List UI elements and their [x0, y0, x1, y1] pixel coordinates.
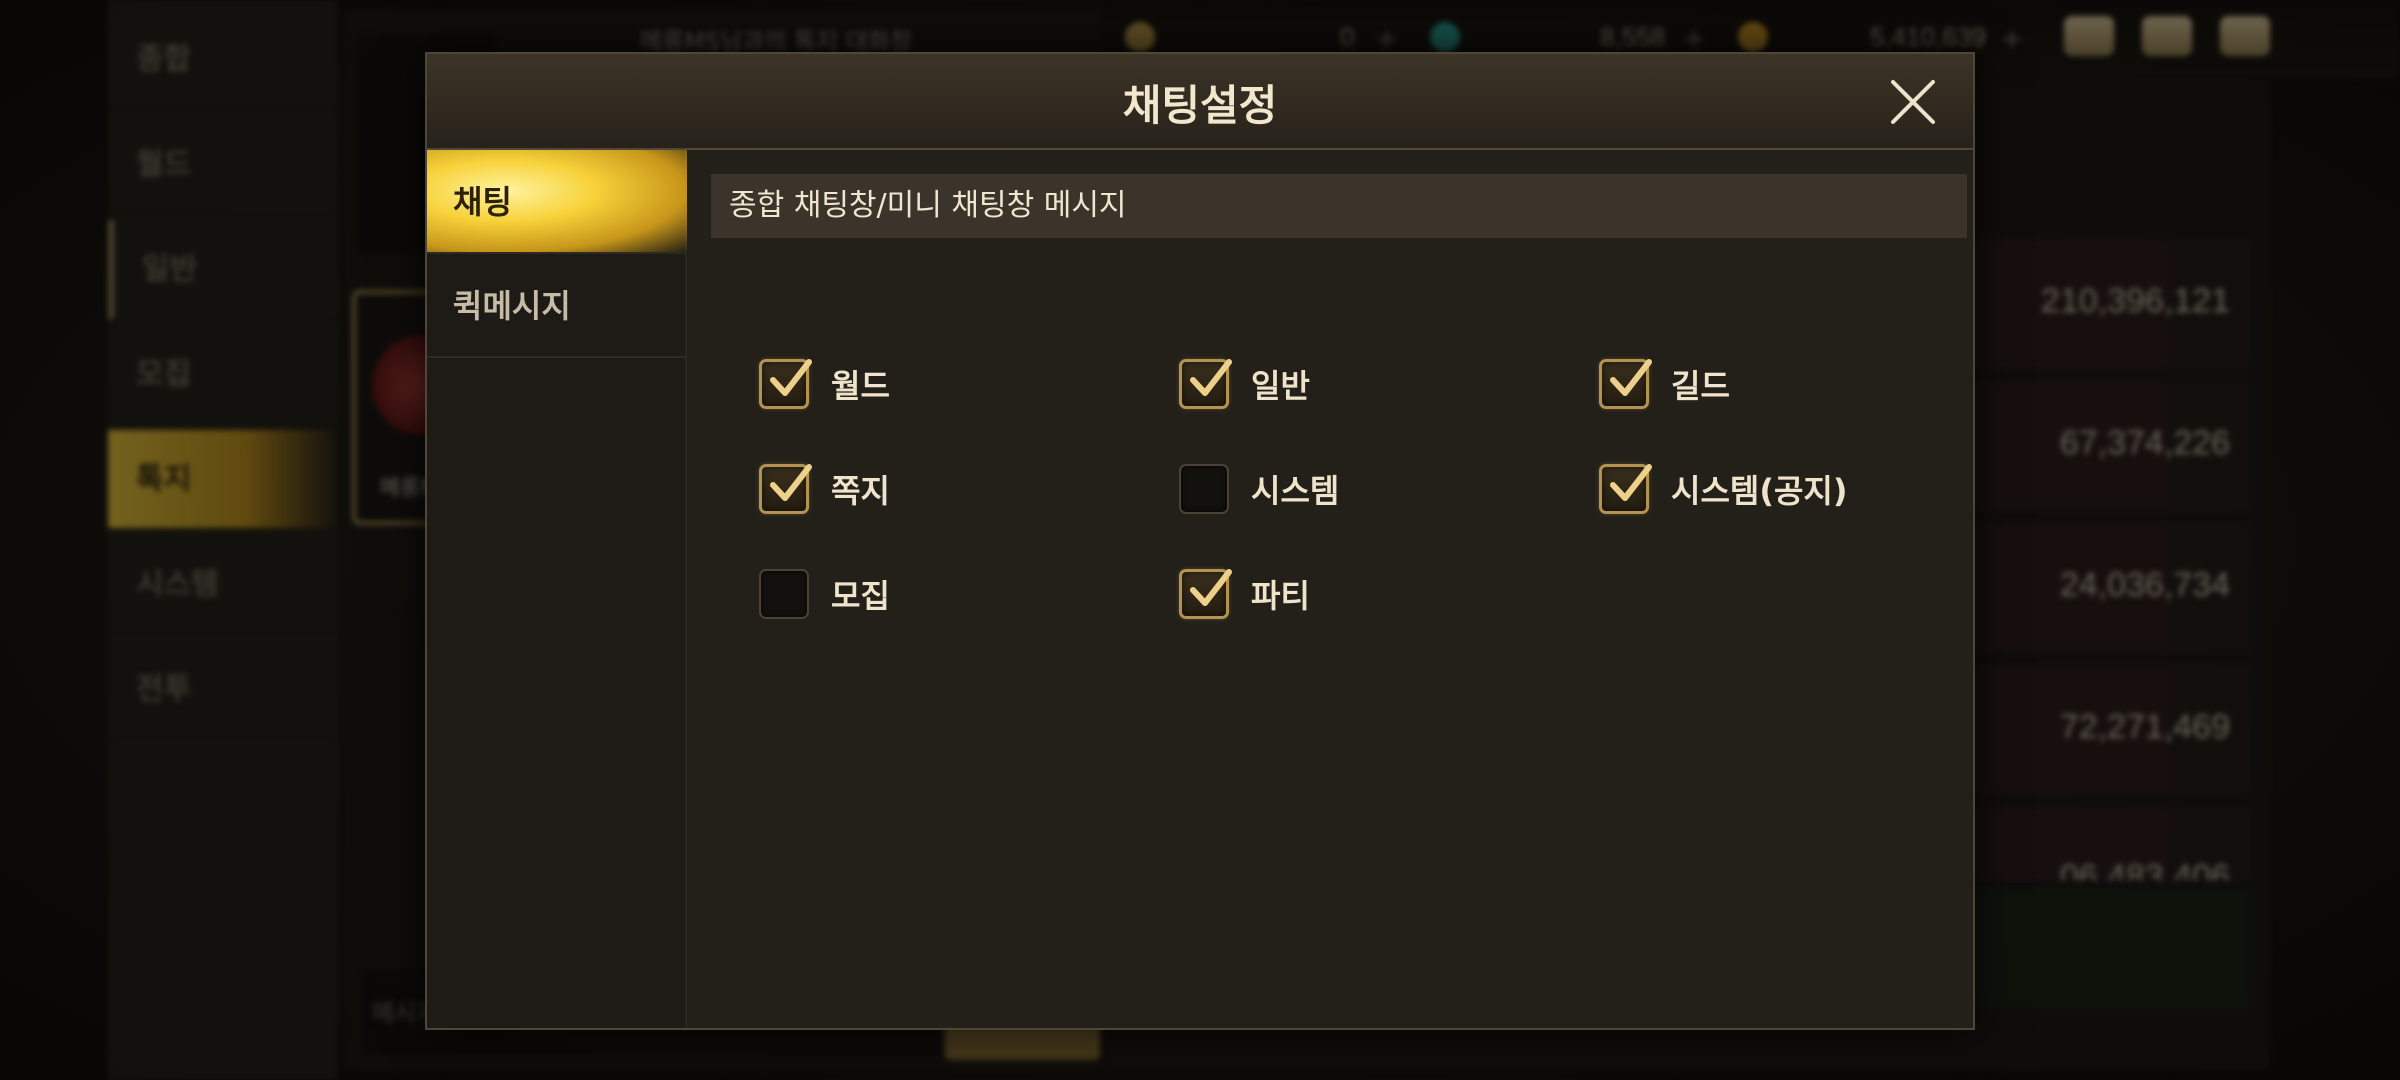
system-checkbox[interactable] — [1179, 464, 1229, 514]
checkmark-icon — [770, 464, 812, 501]
dialog-title: 채팅설정 — [1122, 81, 1278, 130]
general-checkbox[interactable] — [1179, 359, 1232, 409]
world-label: 월드 — [831, 367, 890, 405]
option-system-notice[interactable]: 시스템(공지) — [1599, 461, 1847, 517]
checkmark-icon — [1190, 359, 1232, 396]
option-guild[interactable]: 길드 — [1599, 356, 1730, 412]
checkmark-icon — [1610, 359, 1652, 396]
general-label: 일반 — [1251, 367, 1310, 405]
checkmark-icon — [1610, 464, 1652, 501]
party-checkbox[interactable] — [1179, 569, 1232, 619]
note-checkbox[interactable] — [759, 464, 812, 514]
tab-chat[interactable]: 채팅 — [427, 150, 687, 254]
party-label: 파티 — [1251, 577, 1310, 615]
world-checkbox[interactable] — [759, 359, 812, 409]
checkmark-icon — [1190, 569, 1232, 606]
close-button[interactable] — [1887, 76, 1939, 128]
section-header: 종합 채팅창/미니 채팅창 메시지 — [711, 174, 1967, 238]
note-label: 쪽지 — [831, 472, 890, 510]
recruit-checkbox[interactable] — [759, 569, 809, 619]
option-party[interactable]: 파티 — [1179, 566, 1310, 622]
guild-label: 길드 — [1671, 367, 1730, 405]
option-general[interactable]: 일반 — [1179, 356, 1310, 412]
chat-settings-dialog: 채팅설정 채팅 퀵메시지 종합 채팅창/미니 채팅창 메시지 월드 일반 길드 … — [425, 52, 1975, 1030]
close-icon — [1891, 80, 1935, 124]
checkmark-icon — [770, 359, 812, 396]
game-screen: 메롱MS님과의 톡지 대화창 메롱MS 메시지를 입력해 주세요 종합 월드 일… — [0, 0, 2400, 1080]
settings-tab-list: 채팅 퀵메시지 — [427, 150, 687, 1028]
guild-checkbox[interactable] — [1599, 359, 1652, 409]
system-label: 시스템 — [1251, 472, 1340, 510]
option-recruit[interactable]: 모집 — [759, 566, 890, 622]
system-notice-checkbox[interactable] — [1599, 464, 1652, 514]
option-note[interactable]: 쪽지 — [759, 461, 890, 517]
tab-quick-message[interactable]: 퀵메시지 — [427, 254, 687, 358]
system-notice-label: 시스템(공지) — [1671, 472, 1848, 510]
recruit-label: 모집 — [831, 577, 890, 615]
option-system[interactable]: 시스템 — [1179, 461, 1339, 517]
settings-content: 종합 채팅창/미니 채팅창 메시지 월드 일반 길드 쪽지 시스템 시스템(공지… — [689, 150, 1973, 1028]
dialog-header: 채팅설정 — [427, 54, 1973, 150]
option-world[interactable]: 월드 — [759, 356, 890, 412]
